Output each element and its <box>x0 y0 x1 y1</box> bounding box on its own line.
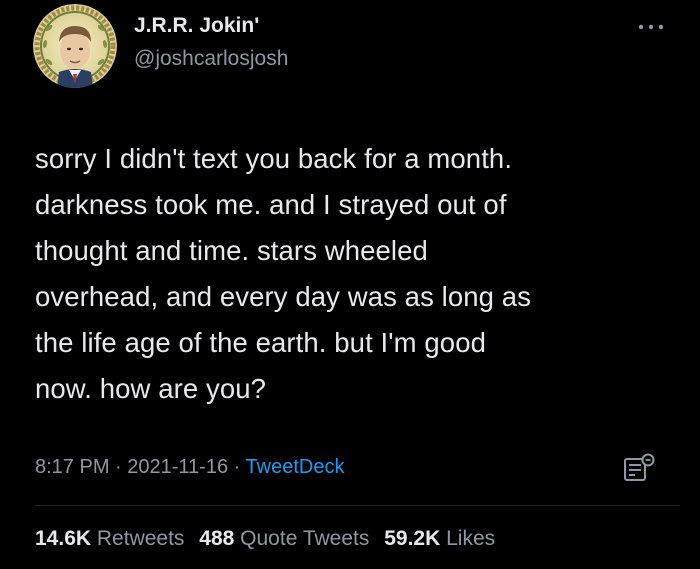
tweet-text-line: darkness took me. and I strayed out of <box>35 189 507 220</box>
avatar[interactable] <box>33 4 117 88</box>
likes-label: Likes <box>446 527 496 550</box>
more-options-button[interactable] <box>637 20 665 34</box>
divider <box>35 505 680 506</box>
engagement-stats: 14.6K Retweets 488 Quote Tweets 59.2K Li… <box>35 527 504 551</box>
display-name[interactable]: J.R.R. Jokin' <box>134 14 259 38</box>
tweet-source-link[interactable]: TweetDeck <box>246 456 345 478</box>
tweet-metadata: 8:17 PM · 2021-11-16 · TweetDeck <box>35 456 344 479</box>
tweet-time[interactable]: 8:17 PM <box>35 456 109 478</box>
likes-stat[interactable]: 59.2K Likes <box>384 527 495 550</box>
tweet-text-line: now. how are you? <box>35 373 267 404</box>
tweet-text-line: sorry I didn't text you back for a month… <box>35 143 513 174</box>
quote-tweets-stat[interactable]: 488 Quote Tweets <box>199 527 369 550</box>
retweets-count: 14.6K <box>35 527 92 550</box>
tweet-text-line: the life age of the earth. but I'm good <box>35 327 486 358</box>
view-analytics-button[interactable] <box>622 452 656 484</box>
likes-count: 59.2K <box>384 527 441 550</box>
quote-tweets-label: Quote Tweets <box>240 527 370 550</box>
tweet-date[interactable]: 2021-11-16 <box>127 456 228 478</box>
retweets-label: Retweets <box>96 527 185 550</box>
meta-separator: · <box>109 456 128 478</box>
tweet-text-line: thought and time. stars wheeled <box>35 235 428 266</box>
ellipsis-icon <box>638 24 664 30</box>
tweet-text-line: overhead, and every day was as long as <box>35 281 532 312</box>
tweet-text: sorry I didn't text you back for a month… <box>35 136 675 412</box>
user-handle[interactable]: @joshcarlosjosh <box>134 47 288 71</box>
quote-tweets-count: 488 <box>199 527 235 550</box>
tweet-analytics-icon <box>624 453 655 481</box>
retweets-stat[interactable]: 14.6K Retweets <box>35 527 184 550</box>
meta-separator: · <box>228 456 246 478</box>
profile-photo-icon <box>33 4 117 88</box>
